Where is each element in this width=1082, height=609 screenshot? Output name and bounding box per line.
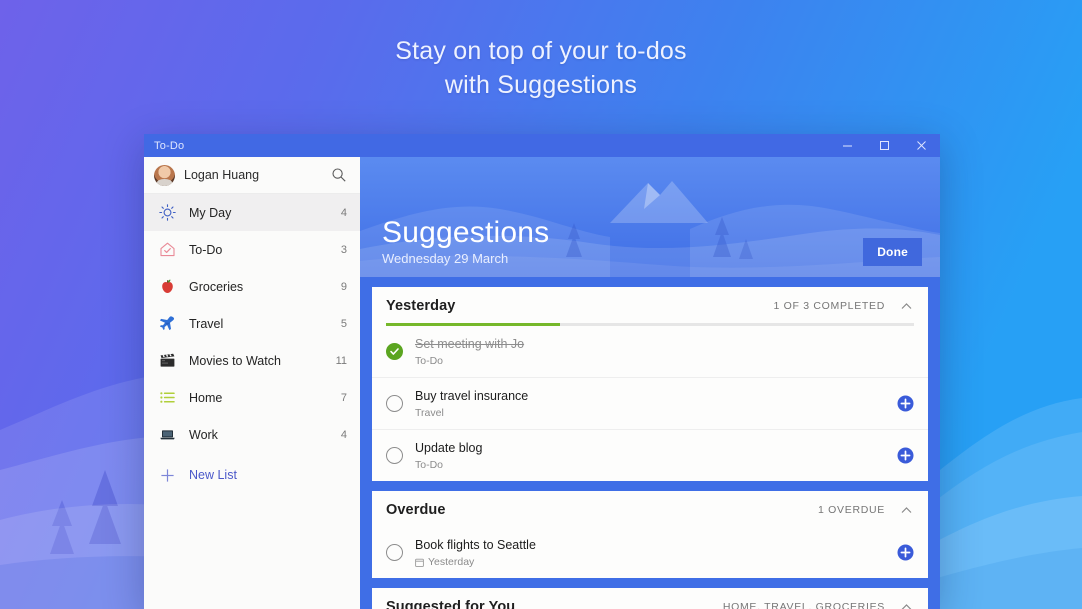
- task-sub-label: To-Do: [415, 355, 444, 367]
- task-title: Buy travel insurance: [415, 389, 529, 403]
- suggestion-cards: Yesterday 1 OF 3 COMPLETED Set meeting w…: [360, 277, 940, 609]
- maximize-button[interactable]: [866, 134, 903, 157]
- card-yesterday: Yesterday 1 OF 3 COMPLETED Set meeting w…: [372, 287, 928, 481]
- task-row[interactable]: Update blog To-Do: [372, 429, 928, 481]
- sidebar: Logan Huang My Day 4 To-Do 3 Groceries 9…: [144, 157, 360, 609]
- card-overdue: Overdue 1 OVERDUE Book flights to Seattl…: [372, 491, 928, 578]
- apple-icon: [158, 277, 177, 296]
- promo-line-1: Stay on top of your to-dos: [395, 37, 687, 65]
- sidebar-item-label: To-Do: [189, 242, 223, 257]
- task-text: Set meeting with Jo To-Do: [415, 335, 914, 368]
- sidebar-nav: My Day 4 To-Do 3 Groceries 9 Travel 5 Mo…: [144, 194, 360, 493]
- task-title: Set meeting with Jo: [415, 337, 525, 351]
- clapperboard-icon: [158, 351, 177, 370]
- sidebar-item-to-do[interactable]: To-Do 3: [144, 231, 360, 268]
- hero-banner: Suggestions Wednesday 29 March Done: [360, 157, 940, 277]
- add-task-icon[interactable]: [897, 395, 914, 412]
- hero-date: Wednesday 29 March: [382, 251, 509, 266]
- card-meta: 1 OVERDUE: [818, 504, 885, 516]
- task-title: Book flights to Seattle: [415, 538, 536, 552]
- task-text: Buy travel insurance Travel: [415, 387, 897, 420]
- laptop-icon: [158, 425, 177, 444]
- task-subtitle: To-Do: [415, 458, 897, 472]
- progress-bar: [386, 323, 914, 326]
- promo-heading: Stay on top of your to-dos with Suggesti…: [0, 34, 1082, 102]
- sidebar-item-count: 4: [340, 206, 347, 219]
- sidebar-item-groceries[interactable]: Groceries 9: [144, 268, 360, 305]
- sidebar-item-label: Work: [189, 427, 218, 442]
- sidebar-item-count: 7: [340, 391, 347, 404]
- sidebar-item-travel[interactable]: Travel 5: [144, 305, 360, 342]
- sidebar-item-count: 11: [335, 354, 347, 367]
- card-title: Suggested for You: [386, 599, 516, 609]
- todo-app-window: To-Do Logan Huang My Day 4 To-Do 3 Groce…: [144, 134, 940, 609]
- task-text: Update blog To-Do: [415, 439, 897, 472]
- main-pane: Suggestions Wednesday 29 March Done Yest…: [360, 157, 940, 609]
- task-sub-label: Travel: [415, 407, 444, 419]
- sidebar-item-count: 3: [340, 243, 347, 256]
- user-name: Logan Huang: [184, 168, 260, 182]
- task-sub-label: To-Do: [415, 459, 444, 471]
- window-title: To-Do: [154, 139, 185, 152]
- task-subtitle: Yesterday: [415, 555, 897, 569]
- sidebar-item-my-day[interactable]: My Day 4: [144, 194, 360, 231]
- card-meta: HOME, TRAVEL, GROCERIES: [722, 601, 885, 609]
- sidebar-item-label: Home: [189, 390, 223, 405]
- card-suggested-for-you: Suggested for You HOME, TRAVEL, GROCERIE…: [372, 588, 928, 609]
- sun-icon: [158, 203, 177, 222]
- task-row[interactable]: Set meeting with Jo To-Do: [372, 326, 928, 377]
- plus-icon: [158, 466, 177, 485]
- chevron-up-icon[interactable]: [898, 502, 914, 518]
- airplane-icon: [158, 314, 177, 333]
- chevron-up-icon[interactable]: [898, 298, 914, 314]
- window-titlebar[interactable]: To-Do: [144, 134, 940, 157]
- sidebar-item-movies-to-watch[interactable]: Movies to Watch 11: [144, 342, 360, 379]
- search-icon[interactable]: [330, 166, 348, 184]
- close-button[interactable]: [903, 134, 940, 157]
- sidebar-item-work[interactable]: Work 4: [144, 416, 360, 453]
- add-task-icon[interactable]: [897, 447, 914, 464]
- sidebar-item-count: 9: [340, 280, 347, 293]
- page-title: Suggestions: [382, 216, 550, 249]
- checkbox-unchecked[interactable]: [386, 544, 403, 561]
- add-task-icon[interactable]: [897, 544, 914, 561]
- task-subtitle: To-Do: [415, 354, 914, 368]
- sidebar-item-label: Movies to Watch: [189, 353, 281, 368]
- minimize-button[interactable]: [829, 134, 866, 157]
- progress-fill: [386, 323, 561, 326]
- card-title: Yesterday: [386, 298, 456, 314]
- avatar: [154, 164, 175, 186]
- promo-line-2: with Suggestions: [444, 71, 638, 99]
- task-sub-label: Yesterday: [428, 556, 475, 568]
- chevron-up-icon[interactable]: [898, 599, 914, 609]
- sidebar-item-label: Travel: [189, 316, 224, 331]
- sidebar-item-label: Groceries: [189, 279, 244, 294]
- sidebar-item-count: 5: [340, 317, 347, 330]
- card-header[interactable]: Overdue 1 OVERDUE: [372, 491, 928, 527]
- checkbox-unchecked[interactable]: [386, 395, 403, 412]
- checkbox-unchecked[interactable]: [386, 447, 403, 464]
- hero-text: Suggestions Wednesday 29 March: [382, 216, 549, 266]
- task-subtitle: Travel: [415, 406, 897, 420]
- window-controls: [829, 134, 940, 157]
- sidebar-item-count: 4: [340, 428, 347, 441]
- card-title: Overdue: [386, 502, 446, 518]
- calendar-icon: [415, 558, 424, 567]
- task-title: Update blog: [415, 441, 483, 455]
- new-list-button[interactable]: New List: [144, 457, 360, 493]
- checkbox-checked[interactable]: [386, 343, 403, 360]
- done-button[interactable]: Done: [863, 238, 922, 266]
- task-text: Book flights to Seattle Yesterday: [415, 536, 897, 569]
- house-check-icon: [158, 240, 177, 259]
- list-icon: [158, 388, 177, 407]
- user-row[interactable]: Logan Huang: [144, 157, 360, 194]
- task-row[interactable]: Book flights to Seattle Yesterday: [372, 527, 928, 578]
- task-row[interactable]: Buy travel insurance Travel: [372, 377, 928, 429]
- sidebar-item-label: My Day: [189, 205, 232, 220]
- new-list-label: New List: [189, 468, 237, 482]
- sidebar-item-home[interactable]: Home 7: [144, 379, 360, 416]
- card-header[interactable]: Suggested for You HOME, TRAVEL, GROCERIE…: [372, 588, 928, 609]
- card-header[interactable]: Yesterday 1 OF 3 COMPLETED: [372, 287, 928, 323]
- card-meta: 1 OF 3 COMPLETED: [773, 300, 885, 312]
